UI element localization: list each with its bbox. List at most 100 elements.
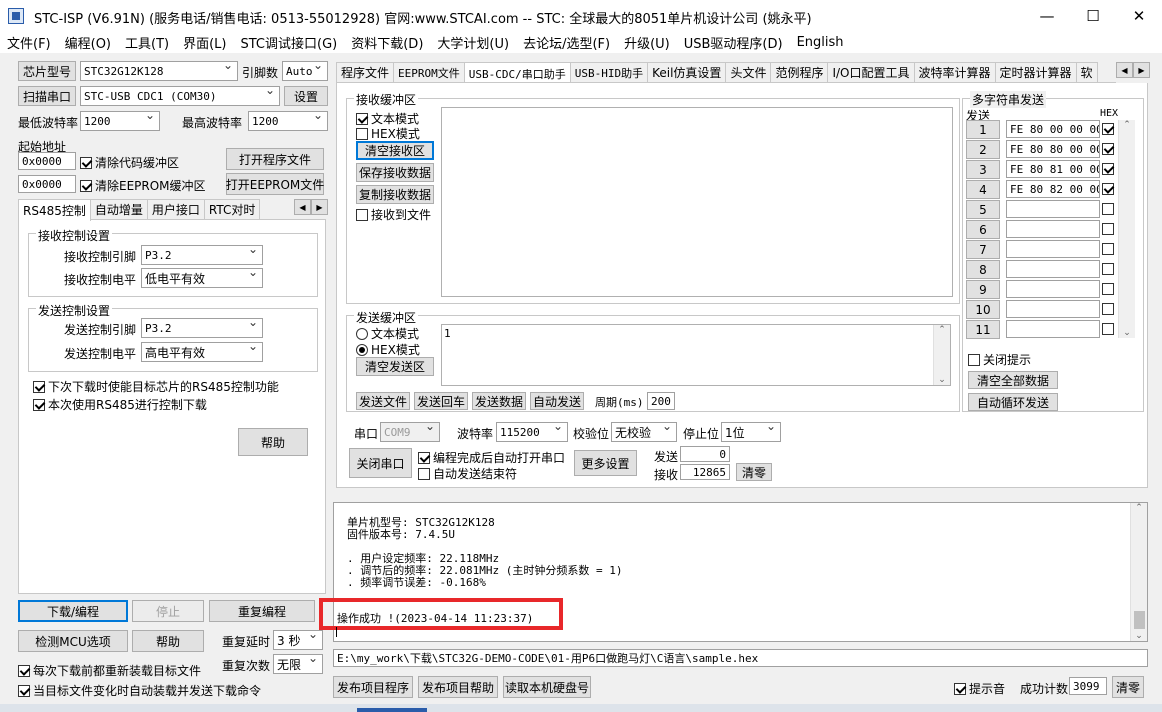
- eeprom-address-input[interactable]: 0x0000: [18, 175, 76, 193]
- tx-scrollbar[interactable]: ⌃ ⌄: [933, 325, 950, 385]
- multi-send-row-input[interactable]: FE 80 00 00 00: [1006, 120, 1100, 138]
- rx-text-area[interactable]: [441, 107, 953, 297]
- left-tab-scroller[interactable]: ◀ ▶: [294, 199, 328, 215]
- multi-send-row-button[interactable]: 10: [966, 300, 1000, 319]
- multi-send-row-button[interactable]: 1: [966, 120, 1000, 139]
- save-rx-button[interactable]: 保存接收数据: [356, 163, 434, 182]
- close-port-button[interactable]: 关闭串口: [349, 448, 412, 478]
- minimize-button[interactable]: —: [1024, 0, 1070, 31]
- menu-download[interactable]: 资料下载(D): [344, 33, 430, 52]
- rx-to-file-checkbox[interactable]: 接收到文件: [356, 206, 431, 223]
- scroll-up-icon[interactable]: ⌃: [1123, 120, 1131, 130]
- tab-rs485[interactable]: RS485控制: [18, 199, 91, 221]
- tx-text-mode-radio[interactable]: 文本模式: [356, 325, 419, 342]
- multi-send-row-button[interactable]: 4: [966, 180, 1000, 199]
- pins-select[interactable]: Auto: [282, 61, 328, 81]
- publish-program-button[interactable]: 发布项目程序: [333, 676, 413, 698]
- multi-send-row-input[interactable]: [1006, 300, 1100, 318]
- multi-send-row-input[interactable]: [1006, 280, 1100, 298]
- rs485-next-download-checkbox[interactable]: 下次下载时使能目标芯片的RS485控制功能: [33, 378, 279, 395]
- tab-auto-increment[interactable]: 自动增量: [89, 199, 148, 219]
- menu-upgrade[interactable]: 升级(U): [617, 33, 677, 52]
- multi-send-row-input[interactable]: [1006, 200, 1100, 218]
- settings-button[interactable]: 设置: [284, 86, 328, 106]
- multi-hex-checkbox[interactable]: [1102, 183, 1114, 195]
- multi-hex-checkbox[interactable]: [1102, 123, 1114, 135]
- multi-send-row-button[interactable]: 8: [966, 260, 1000, 279]
- menu-interface[interactable]: 界面(L): [176, 33, 233, 52]
- multi-hex-checkbox[interactable]: [1102, 143, 1114, 155]
- multi-hex-checkbox[interactable]: [1102, 323, 1114, 335]
- period-input[interactable]: 200: [647, 392, 675, 410]
- multi-hex-checkbox[interactable]: [1102, 223, 1114, 235]
- read-disk-id-button[interactable]: 读取本机硬盘号: [503, 676, 591, 698]
- multi-send-row-input[interactable]: [1006, 220, 1100, 238]
- tab-baud-calc[interactable]: 波特率计算器: [913, 62, 996, 82]
- multi-send-row-input[interactable]: FE 80 80 00 00: [1006, 140, 1100, 158]
- scroll-thumb[interactable]: [1133, 611, 1145, 629]
- clear-success-count-button[interactable]: 清零: [1112, 676, 1144, 698]
- tx-text-area[interactable]: 1 ⌃ ⌄: [441, 324, 951, 386]
- multi-send-row-button[interactable]: 5: [966, 200, 1000, 219]
- multi-send-row-button[interactable]: 6: [966, 220, 1000, 239]
- menu-tools[interactable]: 工具(T): [118, 33, 176, 52]
- parity-select[interactable]: 无校验: [611, 422, 677, 442]
- scroll-down-icon[interactable]: ⌄: [1123, 328, 1131, 338]
- scan-port-button[interactable]: 扫描串口: [18, 86, 76, 106]
- multi-send-row-input[interactable]: [1006, 260, 1100, 278]
- send-file-button[interactable]: 发送文件: [356, 392, 410, 410]
- menu-program[interactable]: 编程(O): [58, 33, 118, 52]
- tab-more[interactable]: 软: [1075, 62, 1098, 82]
- clear-all-data-button[interactable]: 清空全部数据: [968, 371, 1058, 389]
- auto-send-on-change-checkbox[interactable]: 当目标文件变化时自动装载并发送下载命令: [18, 682, 261, 699]
- stop-bit-select[interactable]: 1位: [721, 422, 781, 442]
- chip-model-select[interactable]: STC32G12K128: [80, 61, 238, 81]
- tx-pin-select[interactable]: P3.2: [141, 318, 263, 338]
- auto-loop-send-button[interactable]: 自动循环发送: [968, 393, 1058, 411]
- tab-header-file[interactable]: 头文件: [725, 62, 772, 82]
- multi-send-row-input[interactable]: FE 80 82 00 00: [1006, 180, 1100, 198]
- output-scrollbar[interactable]: ⌃ ⌄: [1130, 503, 1147, 641]
- multi-send-row-button[interactable]: 3: [966, 160, 1000, 179]
- multi-hex-checkbox[interactable]: [1102, 283, 1114, 295]
- multi-send-row-button[interactable]: 2: [966, 140, 1000, 159]
- menu-university[interactable]: 大学计划(U): [430, 33, 516, 52]
- rx-level-select[interactable]: 低电平有效: [141, 268, 263, 288]
- auto-send-terminator-checkbox[interactable]: 自动发送结束符: [418, 465, 517, 482]
- more-settings-button[interactable]: 更多设置: [574, 450, 637, 476]
- menu-forum[interactable]: 去论坛/选型(F): [516, 33, 617, 52]
- max-baud-select[interactable]: 1200: [248, 111, 328, 131]
- download-program-button[interactable]: 下载/编程: [18, 600, 128, 622]
- clear-tx-button[interactable]: 清空发送区: [356, 357, 434, 376]
- multi-send-row-input[interactable]: [1006, 240, 1100, 258]
- multi-hex-checkbox[interactable]: [1102, 303, 1114, 315]
- scroll-down-icon[interactable]: ⌄: [938, 375, 946, 385]
- multi-send-row-button[interactable]: 11: [966, 320, 1000, 339]
- multi-send-row-button[interactable]: 9: [966, 280, 1000, 299]
- auto-open-port-checkbox[interactable]: 编程完成后自动打开串口: [418, 449, 565, 466]
- menu-debug[interactable]: STC调试接口(G): [234, 33, 345, 52]
- detect-mcu-button[interactable]: 检测MCU选项: [18, 630, 128, 652]
- tab-usb-hid[interactable]: USB-HID助手: [569, 62, 649, 82]
- multi-send-row-input[interactable]: [1006, 320, 1100, 338]
- menu-english[interactable]: English: [790, 35, 851, 50]
- open-program-file-button[interactable]: 打开程序文件: [226, 148, 324, 170]
- rx-hex-mode-checkbox[interactable]: HEX模式: [356, 125, 420, 142]
- publish-help-button[interactable]: 发布项目帮助: [418, 676, 498, 698]
- tab-program-file[interactable]: 程序文件: [336, 62, 395, 82]
- chevron-right-icon[interactable]: ▶: [311, 199, 328, 215]
- clear-rx-button[interactable]: 清空接收区: [356, 141, 434, 160]
- tab-examples[interactable]: 范例程序: [770, 62, 829, 82]
- send-data-button[interactable]: 发送数据: [472, 392, 526, 410]
- clear-count-button[interactable]: 清零: [736, 463, 772, 481]
- multi-hex-checkbox[interactable]: [1102, 163, 1114, 175]
- repeat-program-button[interactable]: 重复编程: [209, 600, 315, 622]
- min-baud-select[interactable]: 1200: [80, 111, 160, 131]
- help-button[interactable]: 帮助: [238, 428, 308, 456]
- chevron-right-icon[interactable]: ▶: [1133, 62, 1150, 78]
- chevron-left-icon[interactable]: ◀: [1116, 62, 1133, 78]
- repeat-count-select[interactable]: 无限: [273, 654, 323, 674]
- chip-model-button[interactable]: 芯片型号: [18, 61, 76, 81]
- maximize-button[interactable]: ☐: [1070, 0, 1116, 31]
- reload-before-download-checkbox[interactable]: 每次下载前都重新装载目标文件: [18, 662, 201, 679]
